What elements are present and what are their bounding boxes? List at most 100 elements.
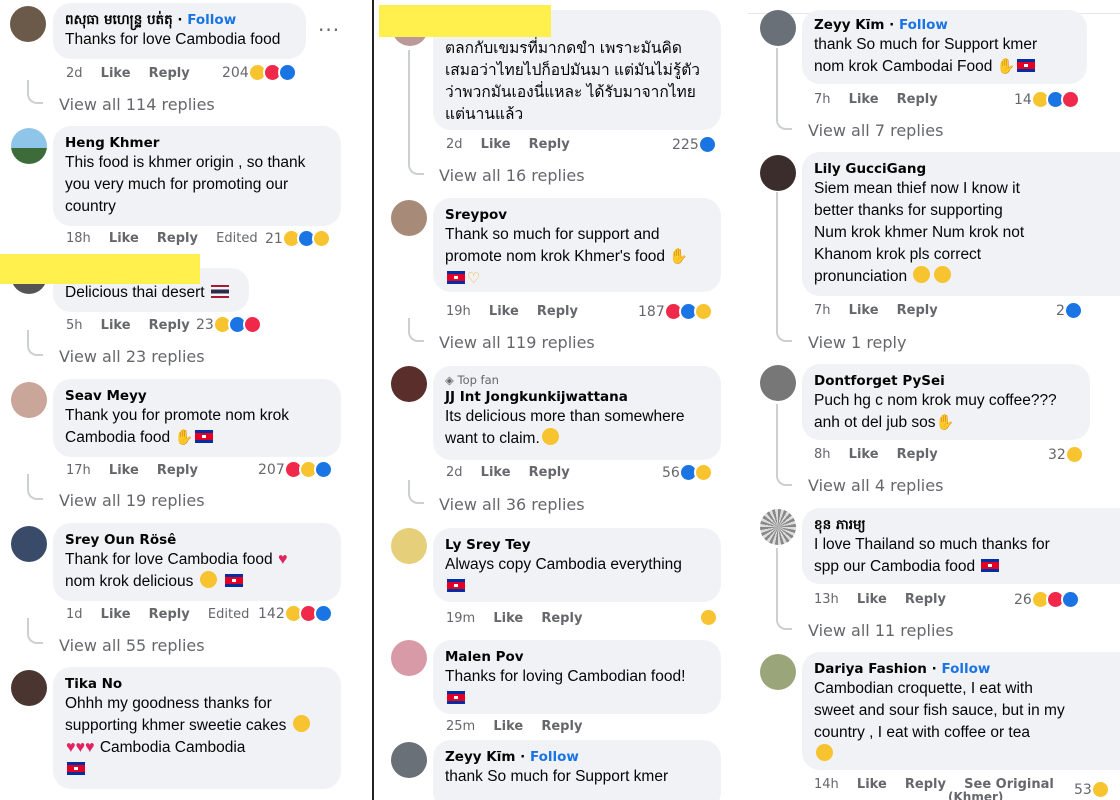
follow-button[interactable]: Follow [899, 17, 948, 33]
avatar[interactable] [760, 155, 796, 191]
reaction-summary[interactable]: 2 [1056, 301, 1083, 320]
like-button[interactable]: Like [849, 303, 879, 318]
like-button[interactable]: Like [101, 607, 131, 622]
like-button[interactable]: Like [101, 318, 131, 333]
reaction-summary[interactable]: 14 [1014, 90, 1080, 109]
avatar[interactable] [760, 654, 796, 690]
reply-button[interactable]: Reply [157, 463, 198, 478]
view-replies-link[interactable]: View all 4 replies [808, 476, 943, 495]
comment-author[interactable]: ពសុធា មហេន្ទ្រ បត់តុ [65, 12, 173, 28]
view-replies-link[interactable]: View all 19 replies [59, 491, 205, 510]
reply-button[interactable]: Reply [541, 611, 582, 626]
comment-time[interactable]: 17h [66, 463, 91, 478]
reply-button[interactable]: Reply [905, 592, 946, 607]
like-button[interactable]: Like [857, 592, 887, 607]
reply-button[interactable]: Reply [529, 137, 570, 152]
view-replies-link[interactable]: View 1 reply [808, 333, 906, 352]
reply-button[interactable]: Reply [897, 92, 938, 107]
comment-time[interactable]: 19m [446, 611, 475, 626]
comment-author[interactable]: Dariya Fashion [814, 661, 927, 677]
reply-button[interactable]: Reply [149, 607, 190, 622]
reaction-summary[interactable]: 187 [638, 302, 713, 321]
comment-author[interactable]: Zeyy Kīm [814, 17, 884, 33]
avatar[interactable] [11, 128, 47, 164]
reply-button[interactable]: Reply [905, 777, 946, 792]
follow-button[interactable]: Follow [187, 12, 236, 28]
view-replies-link[interactable]: View all 16 replies [439, 166, 585, 185]
avatar[interactable] [391, 742, 427, 778]
reply-button[interactable]: Reply [529, 465, 570, 480]
like-button[interactable]: Like [481, 137, 511, 152]
avatar[interactable] [11, 526, 47, 562]
like-button[interactable]: Like [493, 719, 523, 734]
reaction-summary[interactable]: 142 [258, 604, 333, 623]
reaction-summary[interactable]: 225 [672, 135, 717, 154]
reaction-summary[interactable]: 204 [222, 63, 297, 82]
comment-time[interactable]: 19h [446, 304, 471, 319]
like-button[interactable]: Like [101, 66, 131, 81]
avatar[interactable] [391, 366, 427, 402]
comment-author[interactable]: Lily GucciGang [814, 160, 1120, 178]
reaction-summary[interactable]: 23 [196, 315, 262, 334]
reaction-summary[interactable] [699, 608, 718, 627]
like-button[interactable]: Like [109, 231, 139, 246]
comment-author[interactable]: Malen Pov [445, 648, 709, 666]
view-replies-link[interactable]: View all 55 replies [59, 636, 205, 655]
comment-time[interactable]: 2d [66, 66, 83, 81]
reaction-summary[interactable]: 32 [1048, 445, 1084, 464]
comment-author[interactable]: Tika No [65, 675, 329, 693]
view-replies-link[interactable]: View all 11 replies [808, 621, 954, 640]
reply-button[interactable]: Reply [149, 66, 190, 81]
comment-author[interactable]: Dontforget PySei [814, 372, 1078, 390]
like-button[interactable]: Like [493, 611, 523, 626]
avatar[interactable] [760, 10, 796, 46]
avatar[interactable] [391, 640, 427, 676]
like-button[interactable]: Like [481, 465, 511, 480]
reply-button[interactable]: Reply [897, 447, 938, 462]
comment-author[interactable]: JJ Int Jongkunkijwattana [445, 388, 709, 406]
like-button[interactable]: Like [857, 777, 887, 792]
comment-author[interactable]: Srey Oun Rösê [65, 531, 329, 549]
reaction-summary[interactable]: 21 [265, 229, 331, 248]
comment-author[interactable]: Zeyy Kīm [445, 749, 515, 765]
like-button[interactable]: Like [849, 92, 879, 107]
reply-button[interactable]: Reply [157, 231, 198, 246]
comment-author[interactable]: Heng Khmer [65, 134, 329, 152]
comment-time[interactable]: 7h [814, 303, 831, 318]
like-button[interactable]: Like [849, 447, 879, 462]
reply-button[interactable]: Reply [537, 304, 578, 319]
comment-time[interactable]: 8h [814, 447, 831, 462]
comment-author[interactable]: ខុន ភារម្យ [814, 516, 1120, 534]
follow-button[interactable]: Follow [530, 749, 579, 765]
reply-button[interactable]: Reply [149, 318, 190, 333]
like-button[interactable]: Like [489, 304, 519, 319]
reply-button[interactable]: Reply [897, 303, 938, 318]
comment-time[interactable]: 18h [66, 231, 91, 246]
reaction-summary[interactable]: 207 [258, 460, 333, 479]
comment-time[interactable]: 13h [814, 592, 839, 607]
comment-time[interactable]: 2d [446, 137, 463, 152]
comment-time[interactable]: 14h [814, 777, 839, 792]
avatar[interactable] [10, 6, 46, 42]
view-replies-link[interactable]: View all 114 replies [59, 95, 215, 114]
comment-author[interactable]: Seav Meyy [65, 387, 329, 405]
comment-time[interactable]: 5h [66, 318, 83, 333]
follow-button[interactable]: Follow [941, 661, 990, 677]
avatar[interactable] [391, 200, 427, 236]
avatar[interactable] [760, 509, 796, 545]
comment-time[interactable]: 25m [446, 719, 475, 734]
comment-time[interactable]: 2d [446, 465, 463, 480]
avatar[interactable] [391, 528, 427, 564]
comment-author[interactable]: Ly Srey Tey [445, 536, 709, 554]
view-replies-link[interactable]: View all 7 replies [808, 121, 943, 140]
reply-button[interactable]: Reply [541, 719, 582, 734]
more-options-icon[interactable]: ··· [318, 18, 340, 42]
reaction-summary[interactable]: 26 [1014, 590, 1080, 609]
avatar[interactable] [760, 365, 796, 401]
reaction-summary[interactable]: 53 [1074, 780, 1110, 799]
view-replies-link[interactable]: View all 23 replies [59, 347, 205, 366]
reaction-summary[interactable]: 56 [662, 463, 713, 482]
comment-time[interactable]: 7h [814, 92, 831, 107]
like-button[interactable]: Like [109, 463, 139, 478]
comment-time[interactable]: 1d [66, 607, 83, 622]
